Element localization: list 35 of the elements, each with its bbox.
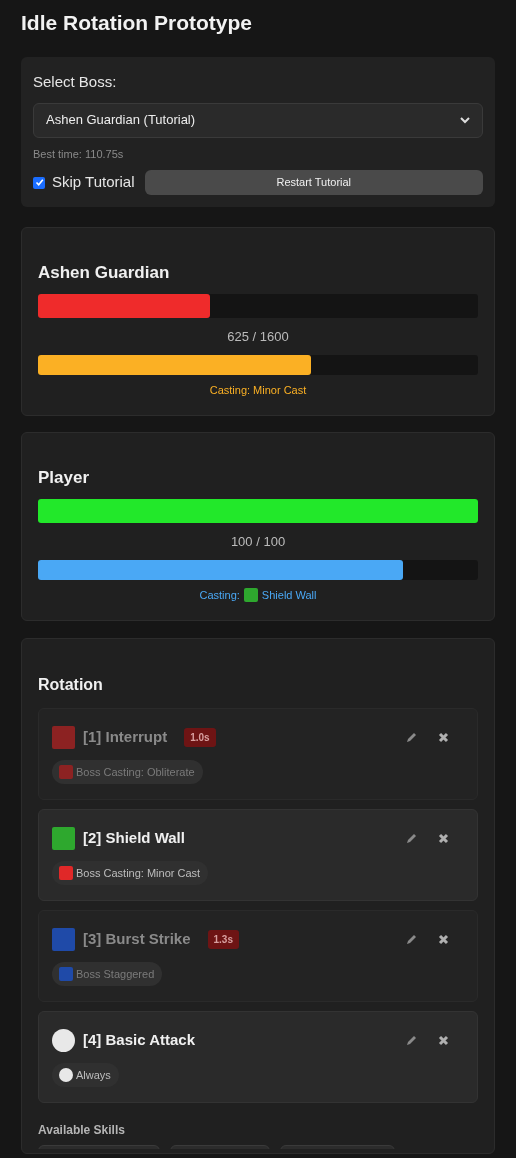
skill-name: [4] Basic Attack (83, 1029, 195, 1050)
skill-name: [3] Burst Strike (83, 928, 191, 949)
close-icon[interactable] (436, 730, 450, 744)
health-value: 625 / 1600 (226, 328, 290, 346)
unit-name: Player (38, 467, 91, 489)
condition-text: Boss Casting: Minor Cast (76, 865, 201, 881)
section-title: Available Skills (38, 1122, 126, 1139)
rotation-item[interactable]: [4] Basic Attack Always (38, 1011, 478, 1103)
rotation-item[interactable]: [1] Interrupt 1.0s Boss Casting: Obliterate (38, 708, 478, 800)
close-icon[interactable] (436, 831, 450, 845)
rotation-item[interactable]: [2] Shield Wall Boss Casting: Minor Cast (38, 809, 478, 901)
condition-text: Boss Staggered (76, 966, 155, 982)
skill-name: [2] Shield Wall (83, 827, 185, 848)
condition-text: Boss Casting: Obliterate (76, 764, 195, 780)
cooldown-badge: 1.3s (207, 929, 239, 949)
close-icon[interactable] (436, 1033, 450, 1047)
boss-select[interactable]: Ashen Guardian (Tutorial) (33, 102, 483, 138)
cooldown-badge: 1.0s (184, 727, 216, 747)
section-title: Rotation (38, 675, 104, 695)
cast-skill-name: Shield Wall (261, 587, 317, 603)
chevron-icon (460, 116, 470, 124)
restart-tutorial-button[interactable]: Restart Tutorial (144, 170, 483, 195)
close-icon[interactable] (436, 932, 450, 946)
select-label: Select Boss: (33, 72, 118, 92)
checkbox[interactable] (33, 176, 45, 189)
cast-label: Casting: Minor Cast (209, 382, 307, 398)
unit-name: Ashen Guardian (38, 262, 171, 284)
rotation-item[interactable]: [3] Burst Strike 1.3s Boss Staggered (38, 910, 478, 1002)
cast-label: Casting: (199, 587, 240, 603)
best-time: Best time: 110.75s (33, 146, 125, 162)
health-value: 100 / 100 (229, 533, 287, 551)
condition-text: Always (76, 1067, 111, 1083)
skill-name: [1] Interrupt (83, 726, 168, 747)
checkbox-label: Skip Tutorial (52, 172, 135, 193)
page-title: Idle Rotation Prototype (21, 10, 253, 36)
